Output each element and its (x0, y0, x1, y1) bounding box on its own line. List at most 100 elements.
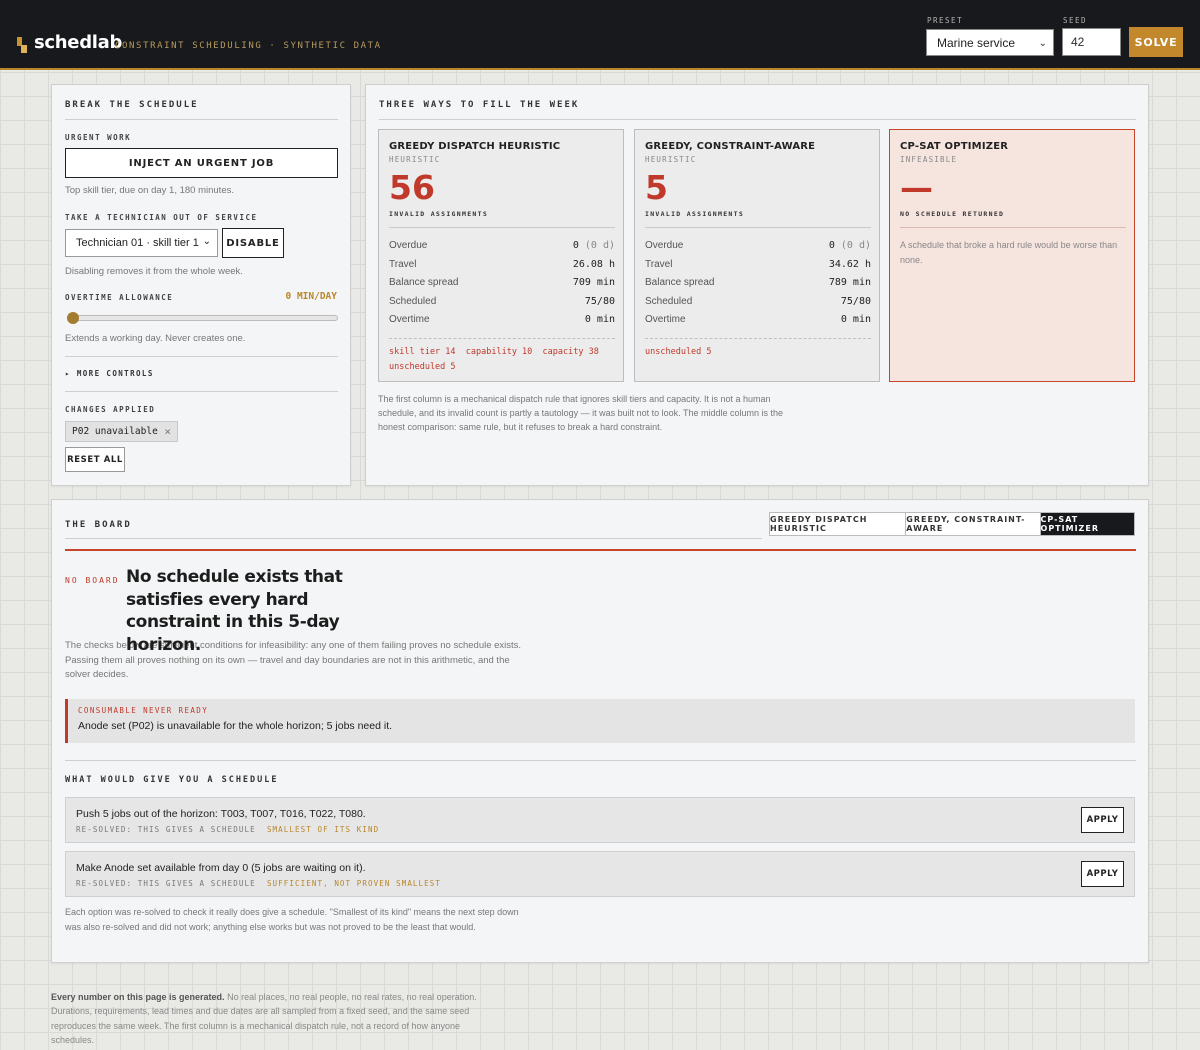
metric-row: Scheduled 75/80 (645, 296, 871, 310)
compare-footnote: The first column is a mechanical dispatc… (378, 394, 784, 432)
invalid-count: 5 (645, 168, 668, 207)
metric-row: Overdue 0 (0 d) (645, 240, 871, 254)
tab-greedy-dispatch[interactable]: GREEDY DISPATCH HEURISTIC (770, 513, 907, 535)
option-badge: SUFFICIENT, NOT PROVEN SMALLEST (266, 879, 442, 888)
technician-select[interactable]: Technician 01 · skill tier 1 ⌄ (65, 229, 218, 257)
fix-option: Make Anode set available from day 0 (5 j… (65, 851, 1135, 897)
divider (379, 119, 1136, 120)
column-title: GREEDY DISPATCH HEURISTIC (389, 141, 561, 152)
chevron-down-icon: ⌄ (1038, 38, 1047, 49)
metric-label: Scheduled (389, 296, 437, 307)
technician-value: Technician 01 · skill tier 1 (76, 237, 199, 249)
greedy-dispatch-column: GREEDY DISPATCH HEURISTIC HEURISTIC 56 I… (378, 129, 624, 382)
divider (65, 760, 1136, 761)
divider (389, 338, 615, 339)
metric-value: 0 min (584, 314, 615, 325)
metric-value: 789 min (828, 277, 871, 288)
change-chip: P02 unavailable × (65, 421, 178, 442)
column-subtitle: HEURISTIC (389, 155, 441, 164)
inject-hint: Top skill tier, due on day 1, 180 minute… (65, 185, 234, 196)
metric-value: 75/80 (584, 296, 615, 307)
greedy-constraint-aware-column: GREEDY, CONSTRAINT-AWARE HEURISTIC 5 INV… (634, 129, 880, 382)
divider (645, 227, 871, 228)
divider (65, 119, 338, 120)
metric-label: Overtime (645, 314, 686, 325)
technician-hint: Disabling removes it from the whole week… (65, 266, 243, 277)
invalid-count-label: INVALID ASSIGNMENTS (389, 210, 489, 218)
metric-row: Overdue 0 (0 d) (389, 240, 615, 254)
tab-cp-sat-optimizer[interactable]: CP-SAT OPTIMIZER (1040, 513, 1134, 535)
metric-extra: (0 d) (584, 240, 615, 251)
seed-input[interactable]: 42 (1062, 28, 1121, 56)
invalid-count: 56 (389, 168, 435, 207)
metric-value: 709 min (572, 277, 615, 288)
divider (645, 338, 871, 339)
callout-tag: CONSUMABLE NEVER READY (78, 706, 209, 715)
column-subtitle: INFEASIBLE (900, 155, 958, 164)
metric-label: Travel (389, 259, 417, 270)
seed-label: SEED (1063, 16, 1088, 25)
close-icon[interactable]: × (164, 425, 171, 438)
callout-text: Anode set (P02) is unavailable for the w… (78, 720, 393, 732)
apply-button[interactable]: APPLY (1081, 861, 1124, 887)
divider (900, 227, 1126, 228)
disable-button[interactable]: DISABLE (222, 228, 284, 258)
option-status: RE-SOLVED: THIS GIVES A SCHEDULE (76, 879, 256, 888)
divider (389, 227, 615, 228)
metric-label: Travel (645, 259, 673, 270)
top-bar: schedlab CONSTRAINT SCHEDULING · SYNTHET… (0, 0, 1200, 70)
metric-row: Scheduled 75/80 (389, 296, 615, 310)
changes-applied-label: CHANGES APPLIED (65, 405, 156, 414)
brand-name: schedlab (34, 32, 123, 53)
footer-bold: Every number on this page is generated. (51, 992, 225, 1002)
metric-label: Overdue (645, 240, 684, 251)
no-schedule-label: NO SCHEDULE RETURNED (900, 210, 1005, 218)
break-schedule-panel: BREAK THE SCHEDULE URGENT WORK INJECT AN… (51, 84, 351, 486)
overtime-hint: Extends a working day. Never creates one… (65, 333, 246, 344)
metric-label: Balance spread (645, 277, 715, 288)
metric-value: 26.08 h (572, 259, 615, 270)
metric-row: Overtime 0 min (645, 314, 871, 328)
metric-label: Overtime (389, 314, 430, 325)
apply-button[interactable]: APPLY (1081, 807, 1124, 833)
solve-button[interactable]: SOLVE (1129, 27, 1183, 57)
change-chip-label: P02 unavailable (72, 426, 158, 437)
panel-title: THREE WAYS TO FILL THE WEEK (379, 100, 580, 110)
fix-option: Push 5 jobs out of the horizon: T003, T0… (65, 797, 1135, 843)
footer-disclaimer: Every number on this page is generated. … (51, 990, 491, 1047)
options-note: Each option was re-solved to check it re… (65, 907, 519, 932)
fix-section-title: WHAT WOULD GIVE YOU A SCHEDULE (65, 775, 279, 785)
option-status: RE-SOLVED: THIS GIVES A SCHEDULE (76, 825, 256, 834)
column-title: GREEDY, CONSTRAINT-AWARE (645, 141, 816, 152)
infeasible-headline: No schedule exists that satisfies every … (126, 567, 343, 655)
panel-title: THE BOARD (65, 520, 132, 530)
metric-row: Travel 26.08 h (389, 259, 615, 273)
metric-value: 75/80 (840, 296, 871, 307)
overtime-slider-thumb[interactable] (67, 312, 79, 324)
preset-select[interactable]: Marine service ⌄ (926, 29, 1054, 56)
metric-label: Overdue (389, 240, 428, 251)
overtime-slider-track[interactable] (67, 312, 338, 324)
column-subtitle: HEURISTIC (645, 155, 697, 164)
metric-row: Balance spread 709 min (389, 277, 615, 291)
urgent-work-label: URGENT WORK (65, 133, 132, 142)
cp-sat-optimizer-column: CP-SAT OPTIMIZER INFEASIBLE — NO SCHEDUL… (889, 129, 1135, 382)
tab-greedy-constraint-aware[interactable]: GREEDY, CONSTRAINT-AWARE (906, 513, 1041, 535)
column-note: A schedule that broke a hard rule would … (900, 240, 1118, 265)
reset-all-button[interactable]: RESET ALL (65, 447, 125, 472)
board-view-tabs: GREEDY DISPATCH HEURISTIC GREEDY, CONSTR… (769, 512, 1135, 536)
metric-value: 0 min (840, 314, 871, 325)
more-controls-toggle[interactable]: ▸ MORE CONTROLS (65, 369, 154, 378)
no-board-tag: NO BOARD (65, 576, 120, 585)
invalid-count-label: INVALID ASSIGNMENTS (645, 210, 745, 218)
divider (65, 391, 338, 392)
divider (65, 356, 338, 357)
divider (65, 538, 762, 539)
metric-label: Scheduled (645, 296, 693, 307)
status-rule (65, 549, 1136, 551)
no-result-dash: — (900, 168, 933, 207)
logo-icon (17, 37, 27, 53)
seed-value: 42 (1071, 35, 1085, 49)
chevron-down-icon: ⌄ (202, 236, 211, 247)
inject-urgent-job-button[interactable]: INJECT AN URGENT JOB (65, 148, 338, 178)
